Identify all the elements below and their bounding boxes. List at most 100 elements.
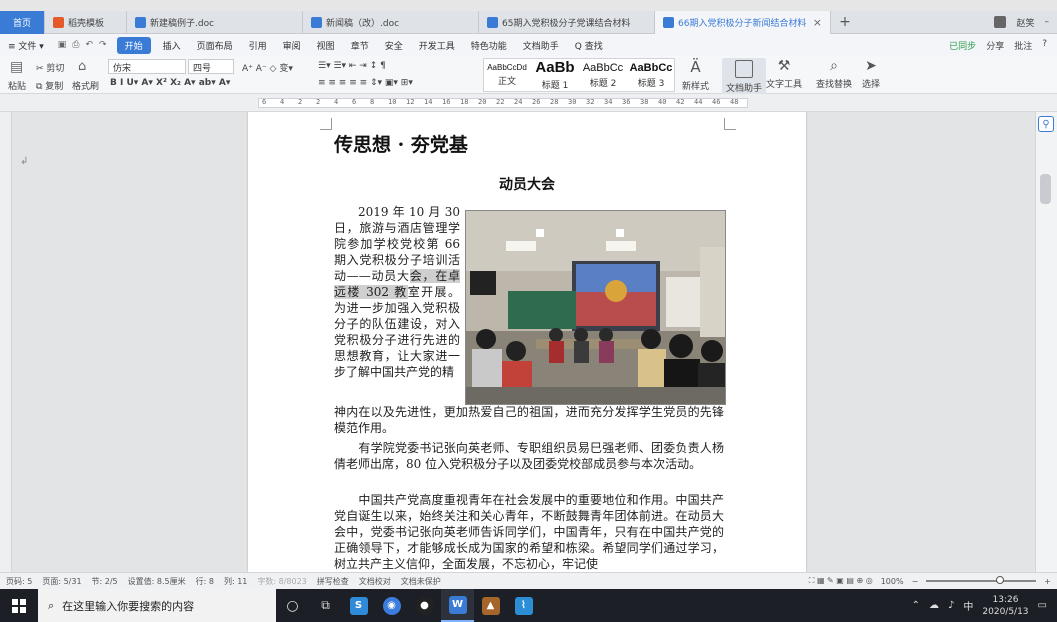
menu-references[interactable]: 引用	[241, 39, 275, 52]
cortana-icon[interactable]: ○	[276, 589, 309, 622]
minimize-button[interactable]: –	[1045, 17, 1050, 27]
text-format-buttons[interactable]: B I U▾ A▾ X² X₂ A▾ ab▾ A▾	[110, 78, 230, 88]
doc-assistant-button[interactable]: 文档助手	[722, 58, 767, 96]
status-word-count[interactable]: 字数: 8/8023	[257, 576, 306, 587]
style-heading-1[interactable]: AaBb 标题 1	[532, 59, 578, 91]
copy-button[interactable]: ⧉ 复制	[36, 79, 63, 92]
text-tools-button[interactable]: ⚒ 文字工具	[766, 58, 802, 90]
style-heading-3[interactable]: AaBbCc 标题 3	[628, 59, 674, 91]
close-tab-icon[interactable]: ×	[813, 16, 822, 29]
list-buttons[interactable]: ☰▾ ☰▾ ⇤ ⇥ ↕ ¶	[318, 61, 386, 71]
status-position[interactable]: 设置值: 8.5厘米	[128, 576, 186, 587]
clock[interactable]: 13:26 2020/5/13	[982, 594, 1028, 618]
tab-home[interactable]: 首页	[0, 11, 45, 34]
font-size-buttons[interactable]: A⁺ A⁻ ◇ 变▾	[242, 61, 293, 74]
taskbar-search-box[interactable]: ⌕ 在这里输入你要搜索的内容	[38, 589, 276, 622]
tab-doc-1[interactable]: 新建稿例子.doc	[127, 11, 303, 34]
view-mode-icons[interactable]: ⛶ ▦ ✎ ▣ ▤ ⊕ ◎	[809, 576, 873, 586]
comment-button[interactable]: 批注	[1014, 39, 1032, 52]
menu-search[interactable]: Q 查找	[567, 39, 611, 52]
find-replace-button[interactable]: ⌕ 查找替换	[816, 58, 852, 90]
undo-icon[interactable]: ↶	[86, 40, 94, 50]
menu-developer[interactable]: 开发工具	[411, 39, 463, 52]
search-placeholder: 在这里输入你要搜索的内容	[62, 599, 195, 613]
meeting-photo[interactable]	[465, 210, 726, 405]
ruler-number: 18	[460, 98, 469, 106]
zoom-in-button[interactable]: +	[1044, 577, 1051, 586]
vertical-ruler[interactable]	[0, 112, 12, 572]
font-size-select[interactable]: 四号	[188, 59, 234, 74]
help-button[interactable]: ?	[1042, 39, 1047, 52]
redo-icon[interactable]: ↷	[99, 40, 107, 50]
menu-start[interactable]: 开始	[116, 36, 151, 54]
vertical-scrollbar-thumb[interactable]	[1040, 174, 1051, 204]
photo-app-icon[interactable]: ▲	[474, 589, 507, 622]
status-page-count[interactable]: 页面: 5/31	[42, 576, 81, 587]
browser-icon[interactable]: ◉	[375, 589, 408, 622]
volume-icon[interactable]: ♪	[948, 600, 954, 611]
tray-arrow-icon[interactable]: ⌃	[912, 600, 920, 611]
windows-start-button[interactable]	[0, 589, 38, 622]
status-page-number[interactable]: 页码: 5	[6, 576, 32, 587]
menu-section[interactable]: 章节	[343, 39, 377, 52]
ruler-number: 14	[424, 98, 433, 106]
document-page[interactable]: 传思想 · 夯党基 动员大会 2019 年 10 月 30 日，旅游与酒店管理学…	[248, 112, 806, 572]
chart-app-icon[interactable]: ⌇	[507, 589, 540, 622]
print-icon[interactable]: ⎙	[72, 40, 79, 50]
paste-icon[interactable]: ▤	[10, 59, 23, 75]
status-col: 列: 11	[223, 576, 248, 586]
menu-page-layout[interactable]: 页面布局	[189, 39, 241, 52]
app-s-icon[interactable]: S	[342, 589, 375, 622]
network-icon[interactable]: ☁	[929, 600, 939, 611]
doc-proofread-button[interactable]: 文档校对	[359, 576, 391, 587]
menu-view[interactable]: 视图	[309, 39, 343, 52]
qq-icon[interactable]: ●	[408, 589, 441, 622]
new-style-button[interactable]: Ä 新样式	[682, 58, 709, 92]
clock-time: 13:26	[992, 594, 1019, 605]
file-menu[interactable]: ≡ 文件 ▾	[0, 39, 52, 52]
zoom-level[interactable]: 100%	[881, 577, 904, 586]
menu-right-group: 已同步 分享 批注 ?	[949, 39, 1057, 52]
meeting-photo-image	[466, 211, 725, 404]
zoom-slider[interactable]	[926, 576, 1037, 584]
save-icon[interactable]: ▣	[58, 40, 67, 50]
task-view-icon[interactable]: ⧉	[309, 589, 342, 622]
location-pin-icon[interactable]: ⚲	[1038, 116, 1054, 132]
layout-icon[interactable]	[994, 16, 1007, 28]
ruler-number: 8	[370, 98, 375, 106]
word-doc-icon	[663, 17, 674, 28]
user-name[interactable]: 赵笑	[1016, 16, 1034, 29]
paste-label[interactable]: 粘贴	[8, 79, 26, 92]
menu-features[interactable]: 特色功能	[463, 39, 515, 52]
tab-doc-2[interactable]: 新闻稿（改）.doc	[303, 11, 479, 34]
menu-doc-assistant[interactable]: 文档助手	[515, 39, 567, 52]
format-painter-icon[interactable]: ⌂	[78, 59, 86, 74]
zoom-out-button[interactable]: −	[912, 577, 919, 586]
doc-protection-status[interactable]: 文档未保护	[401, 576, 441, 587]
font-family-select[interactable]: 仿宋	[108, 59, 186, 74]
zoom-slider-knob[interactable]	[996, 576, 1005, 584]
spell-check-button[interactable]: 拼写检查	[317, 576, 349, 587]
menu-security[interactable]: 安全	[377, 39, 411, 52]
menu-review[interactable]: 审阅	[275, 39, 309, 52]
align-buttons[interactable]: ≡ ≡ ≡ ≡ ≡ ⇕▾ ▣▾ ⊞▾	[318, 78, 413, 88]
tab-doc-active[interactable]: 66期入党积极分子新闻结合材料 ×	[655, 11, 831, 34]
ruler-number: 32	[586, 98, 595, 106]
notification-icon[interactable]: ▭	[1038, 600, 1047, 611]
menu-insert[interactable]: 插入	[155, 39, 189, 52]
wps-writer-taskbar-icon[interactable]: W	[441, 589, 474, 622]
status-section[interactable]: 节: 2/5	[92, 576, 118, 587]
horizontal-ruler[interactable]: 6 4 2 2 4 6 8 10 12 14 16 18 20 22 24 26 28 30 32 34 36 38 40 4…	[0, 94, 1057, 112]
tab-doc-3[interactable]: 65期入党积极分子党课结合材料	[479, 11, 655, 34]
find-replace-label: 查找替换	[816, 80, 853, 90]
format-painter-label[interactable]: 格式刷	[72, 79, 99, 92]
tab-docer[interactable]: 稻壳模板	[45, 11, 127, 34]
share-button[interactable]: 分享	[986, 39, 1004, 52]
style-heading-2[interactable]: AaBbCc 标题 2	[580, 59, 626, 91]
ime-indicator[interactable]: 中	[963, 598, 973, 613]
new-tab-button[interactable]: +	[831, 11, 859, 33]
sync-status[interactable]: 已同步	[949, 39, 976, 52]
style-body[interactable]: AaBbCcDd 正文	[484, 59, 530, 91]
select-button[interactable]: ➤ 选择	[862, 58, 880, 90]
cut-button[interactable]: ✂ 剪切	[36, 61, 64, 74]
